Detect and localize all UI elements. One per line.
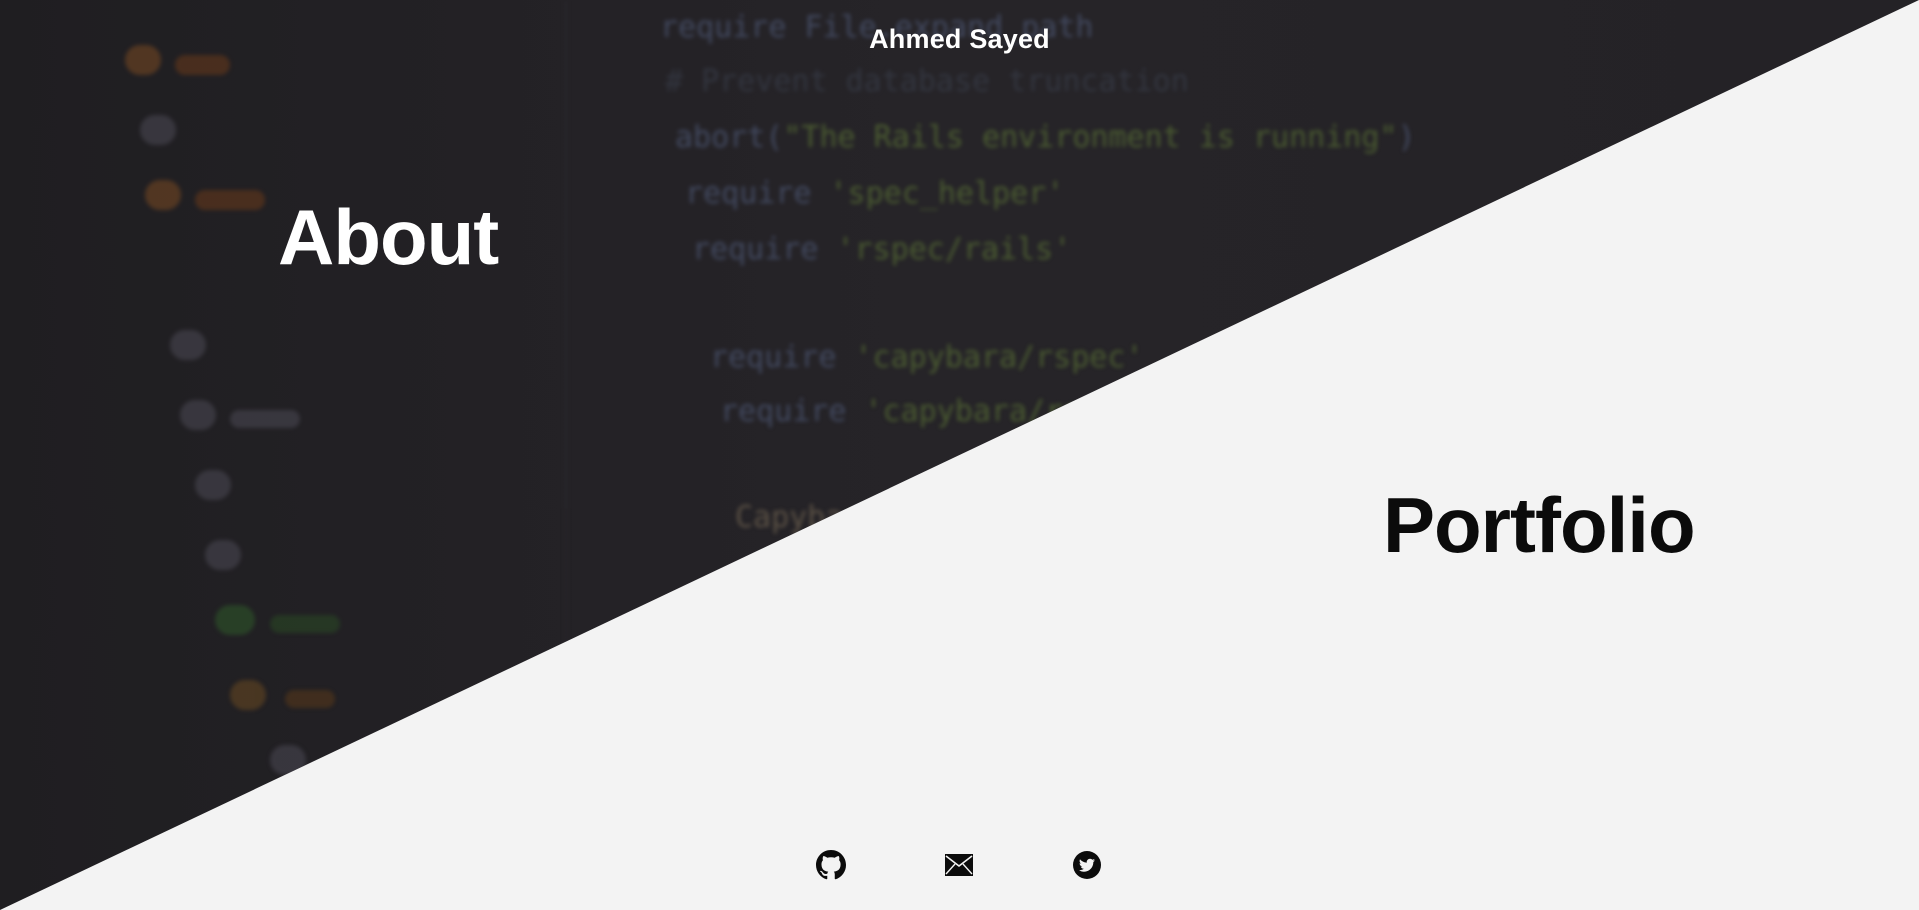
dark-diagonal-panel: require File.expand_path # Prevent datab…: [0, 0, 1919, 910]
github-link[interactable]: [814, 849, 848, 885]
site-title[interactable]: Ahmed Sayed: [0, 24, 1919, 55]
social-links: [0, 849, 1919, 886]
about-link[interactable]: About: [278, 192, 499, 283]
github-icon: [816, 849, 846, 885]
landing-page: require File.expand_path # Prevent datab…: [0, 0, 1919, 910]
twitter-link[interactable]: [1070, 850, 1104, 884]
blurred-code-background: require File.expand_path # Prevent datab…: [0, 0, 1919, 910]
email-link[interactable]: [942, 850, 976, 884]
twitter-icon: [1072, 850, 1102, 885]
portfolio-link[interactable]: Portfolio: [1383, 480, 1696, 571]
mail-icon: [944, 853, 974, 882]
